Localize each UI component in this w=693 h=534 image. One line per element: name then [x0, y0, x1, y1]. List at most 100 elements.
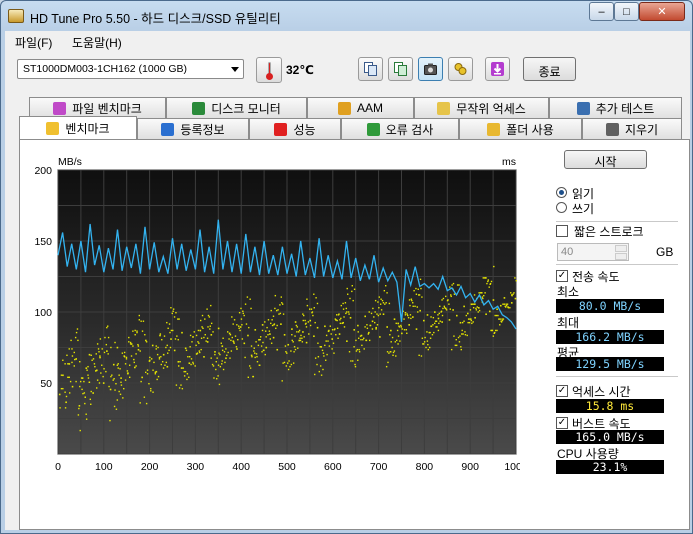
access-time-point: [309, 324, 312, 327]
tab-bottom-3[interactable]: 오류 검사: [341, 118, 459, 139]
close-button[interactable]: ✕: [639, 2, 685, 21]
access-time-point: [393, 318, 396, 320]
access-time-point: [87, 365, 89, 368]
access-time-point: [349, 316, 352, 319]
drive-select[interactable]: ST1000DM003-1CH162 (1000 GB): [17, 59, 244, 79]
access-time-point: [300, 334, 302, 337]
screenshot-button[interactable]: [418, 57, 443, 81]
access-time-point: [96, 379, 99, 381]
access-time-point: [314, 373, 316, 376]
access-time-value: 15.8 ms: [556, 399, 664, 413]
access-time-point: [511, 294, 513, 297]
access-time-point: [170, 307, 172, 309]
access-time-point: [274, 307, 276, 310]
tab-bottom-1[interactable]: 등록정보: [137, 118, 249, 139]
access-time-point: [291, 328, 293, 330]
read-radio[interactable]: [556, 187, 567, 198]
access-time-checkbox[interactable]: ✓: [556, 385, 568, 397]
burst-rate-checkbox[interactable]: ✓: [556, 417, 568, 429]
exit-button[interactable]: 종료: [523, 57, 576, 81]
access-time-point: [271, 319, 273, 321]
save-download-button[interactable]: [485, 57, 510, 81]
access-time-point: [83, 392, 86, 394]
tab-bottom-2[interactable]: 성능: [249, 118, 341, 139]
access-time-point: [323, 355, 325, 357]
access-time-point: [270, 342, 273, 344]
access-time-point: [472, 321, 474, 323]
access-time-point: [459, 321, 462, 324]
access-time-point: [429, 337, 432, 339]
access-time-point: [212, 331, 214, 333]
access-time-point: [71, 355, 74, 357]
tab-bottom-4[interactable]: 폴더 사용: [459, 118, 582, 139]
y-tick-left: 100: [34, 307, 52, 319]
access-time-point: [386, 292, 388, 294]
access-time-point: [227, 351, 229, 354]
access-time-point: [68, 348, 70, 350]
access-time-point: [181, 331, 183, 334]
title-bar[interactable]: HD Tune Pro 5.50 - 하드 디스크/SSD 유틸리티 – □ ✕: [1, 1, 692, 31]
options-button[interactable]: [448, 57, 473, 81]
transfer-rate-checkbox[interactable]: ✓: [556, 270, 568, 282]
access-time-point: [118, 390, 120, 393]
x-tick: 400: [232, 461, 250, 473]
access-time-point: [236, 324, 238, 326]
write-radio[interactable]: [556, 202, 567, 213]
access-time-point: [155, 345, 157, 347]
short-stroke-checkbox[interactable]: [556, 225, 568, 237]
access-time-point: [451, 284, 453, 286]
access-time-point: [420, 355, 423, 357]
access-time-point: [246, 296, 249, 298]
tab-bottom-5[interactable]: 지우기: [582, 118, 682, 139]
copy-info-button[interactable]: [388, 57, 413, 81]
access-time-point: [415, 287, 417, 290]
benchmark-icon: [46, 121, 60, 135]
access-time-point: [101, 348, 103, 350]
spin-down-icon[interactable]: [615, 253, 627, 260]
access-time-point: [351, 285, 353, 287]
tab-bottom-0[interactable]: 벤치마크: [19, 116, 137, 139]
copy-text-button[interactable]: [358, 57, 383, 81]
access-time-point: [79, 380, 82, 383]
maximize-button[interactable]: □: [614, 2, 639, 21]
access-time-point: [445, 309, 448, 311]
access-time-point: [299, 337, 301, 339]
access-time-point: [385, 285, 387, 287]
tab-top-0[interactable]: 파일 벤치마크: [29, 97, 166, 118]
tab-top-3[interactable]: 무작위 억세스: [414, 97, 549, 118]
temperature-button[interactable]: [256, 57, 282, 83]
access-time-point: [154, 373, 157, 375]
access-time-point: [447, 299, 449, 301]
minimize-button[interactable]: –: [589, 2, 614, 21]
access-time-point: [76, 328, 79, 330]
access-time-point: [297, 347, 299, 349]
access-time-point: [453, 293, 456, 295]
menu-file[interactable]: 파일(F): [15, 34, 52, 51]
tab-top-1[interactable]: 디스크 모니터: [166, 97, 307, 118]
access-time-point: [237, 325, 240, 327]
start-button[interactable]: 시작: [564, 150, 647, 169]
spin-up-icon[interactable]: [615, 245, 627, 252]
short-stroke-spinner[interactable]: 40: [557, 243, 629, 261]
access-time-point: [167, 352, 169, 354]
tab-top-2[interactable]: AAM: [307, 97, 414, 118]
access-time-point: [354, 365, 357, 368]
access-time-point: [243, 342, 246, 345]
access-time-point: [366, 324, 368, 326]
menu-help[interactable]: 도움말(H): [72, 34, 122, 51]
access-time-point: [215, 368, 217, 371]
access-time-point: [370, 312, 373, 315]
access-time-point: [404, 312, 407, 314]
access-time-point: [475, 309, 478, 311]
access-time-point: [245, 323, 248, 325]
access-time-point: [392, 354, 394, 356]
tab-top-4[interactable]: 추가 테스트: [549, 97, 682, 118]
access-time-point: [401, 332, 403, 335]
access-time-point: [440, 310, 443, 312]
access-time-point: [253, 350, 255, 352]
access-time-point: [67, 363, 69, 365]
access-time-point: [283, 361, 286, 364]
access-time-point: [122, 397, 124, 399]
access-time-point: [280, 323, 282, 325]
access-time-point: [304, 323, 307, 325]
